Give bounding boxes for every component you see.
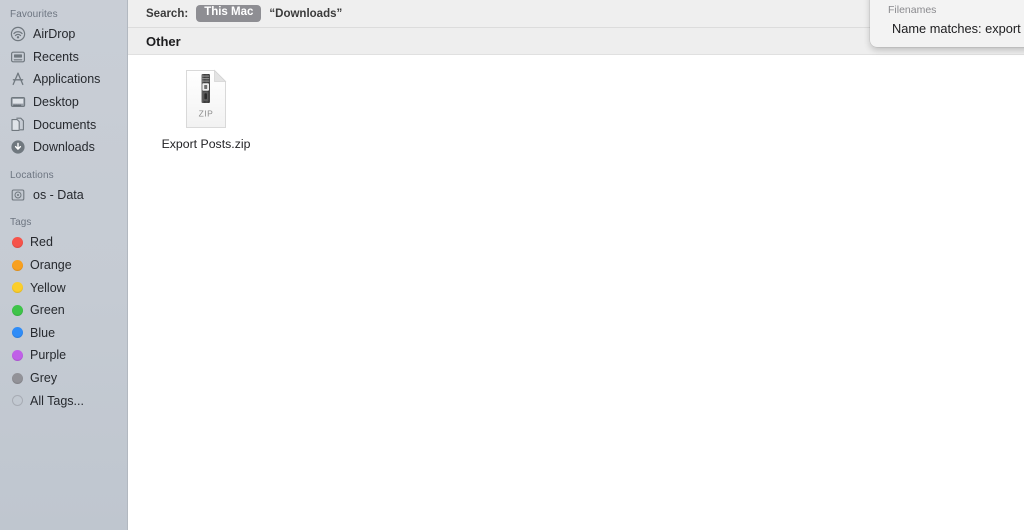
search-suggestions-popover: Filenames Name matches: export posts.zip xyxy=(870,0,1024,47)
applications-icon xyxy=(10,71,26,87)
search-label: Search: xyxy=(146,7,189,20)
sidebar-item-label: Recents xyxy=(33,49,79,64)
sidebar-item-documents[interactable]: Documents xyxy=(0,113,127,136)
sidebar: Favourites AirDrop Recents Applications … xyxy=(0,0,128,530)
sidebar-item-label: All Tags... xyxy=(30,393,84,408)
hard-drive-icon xyxy=(10,187,26,203)
sidebar-item-label: Documents xyxy=(33,117,97,132)
sidebar-item-desktop[interactable]: Desktop xyxy=(0,91,127,114)
tag-dot-icon xyxy=(12,349,23,361)
sidebar-item-applications[interactable]: Applications xyxy=(0,68,127,91)
sidebar-item-label: Purple xyxy=(30,348,67,363)
sidebar-item-recents[interactable]: Recents xyxy=(0,46,127,69)
sidebar-section-favourites-title: Favourites xyxy=(10,9,58,20)
recents-icon xyxy=(10,49,26,65)
svg-text:ZIP: ZIP xyxy=(199,109,214,119)
sidebar-item-label: Desktop xyxy=(33,95,79,110)
popover-section-title: Filenames xyxy=(888,4,937,16)
sidebar-tag-blue[interactable]: Blue xyxy=(0,322,127,345)
search-scope-this-mac[interactable]: This Mac xyxy=(196,5,262,22)
desktop-icon xyxy=(10,94,26,110)
main-content: Search: This Mac “Downloads” Other ZIP E… xyxy=(128,0,1024,530)
sidebar-tag-all-tags[interactable]: All Tags... xyxy=(0,389,127,412)
sidebar-item-os-data[interactable]: os - Data xyxy=(0,184,127,207)
sidebar-item-label: Downloads xyxy=(33,140,95,155)
tag-dot-icon xyxy=(12,236,23,248)
sidebar-tag-grey[interactable]: Grey xyxy=(0,367,127,390)
downloads-icon xyxy=(10,139,26,155)
sidebar-tag-yellow[interactable]: Yellow xyxy=(0,276,127,299)
sidebar-item-label: Yellow xyxy=(30,280,66,295)
airdrop-icon xyxy=(10,26,26,42)
search-scope-folder[interactable]: “Downloads” xyxy=(269,8,342,20)
sidebar-item-downloads[interactable]: Downloads xyxy=(0,136,127,159)
zip-file-icon: ZIP xyxy=(182,69,230,129)
sidebar-item-label: AirDrop xyxy=(33,27,76,42)
file-name-label: Export Posts.zip xyxy=(161,137,251,151)
sidebar-tag-orange[interactable]: Orange xyxy=(0,254,127,277)
all-tags-icon xyxy=(12,395,23,407)
sidebar-item-label: Green xyxy=(30,303,65,318)
sidebar-tag-purple[interactable]: Purple xyxy=(0,344,127,367)
tag-dot-icon xyxy=(12,327,23,339)
documents-icon xyxy=(10,117,26,133)
sidebar-item-label: Red xyxy=(30,235,53,250)
file-item[interactable]: ZIP Export Posts.zip xyxy=(150,69,262,151)
tag-dot-icon xyxy=(12,259,23,271)
sidebar-item-label: Blue xyxy=(30,325,56,340)
file-grid: ZIP Export Posts.zip xyxy=(128,55,1024,151)
sidebar-section-tags-title: Tags xyxy=(10,217,32,229)
sidebar-tag-green[interactable]: Green xyxy=(0,299,127,322)
sidebar-tag-red[interactable]: Red xyxy=(0,231,127,254)
sidebar-item-label: os - Data xyxy=(33,187,84,202)
tag-dot-icon xyxy=(12,304,23,316)
results-group-title: Other xyxy=(146,33,181,49)
sidebar-item-label: Applications xyxy=(33,72,101,87)
tag-dot-icon xyxy=(12,372,23,384)
tag-dot-icon xyxy=(12,282,23,294)
popover-suggestion-row[interactable]: Name matches: export posts.zip xyxy=(870,18,1024,39)
sidebar-item-airdrop[interactable]: AirDrop xyxy=(0,23,127,46)
sidebar-section-locations-title: Locations xyxy=(10,169,54,181)
sidebar-item-label: Orange xyxy=(30,258,72,273)
sidebar-item-label: Grey xyxy=(30,371,58,386)
finder-window: Favourites AirDrop Recents Applications … xyxy=(0,0,1024,530)
